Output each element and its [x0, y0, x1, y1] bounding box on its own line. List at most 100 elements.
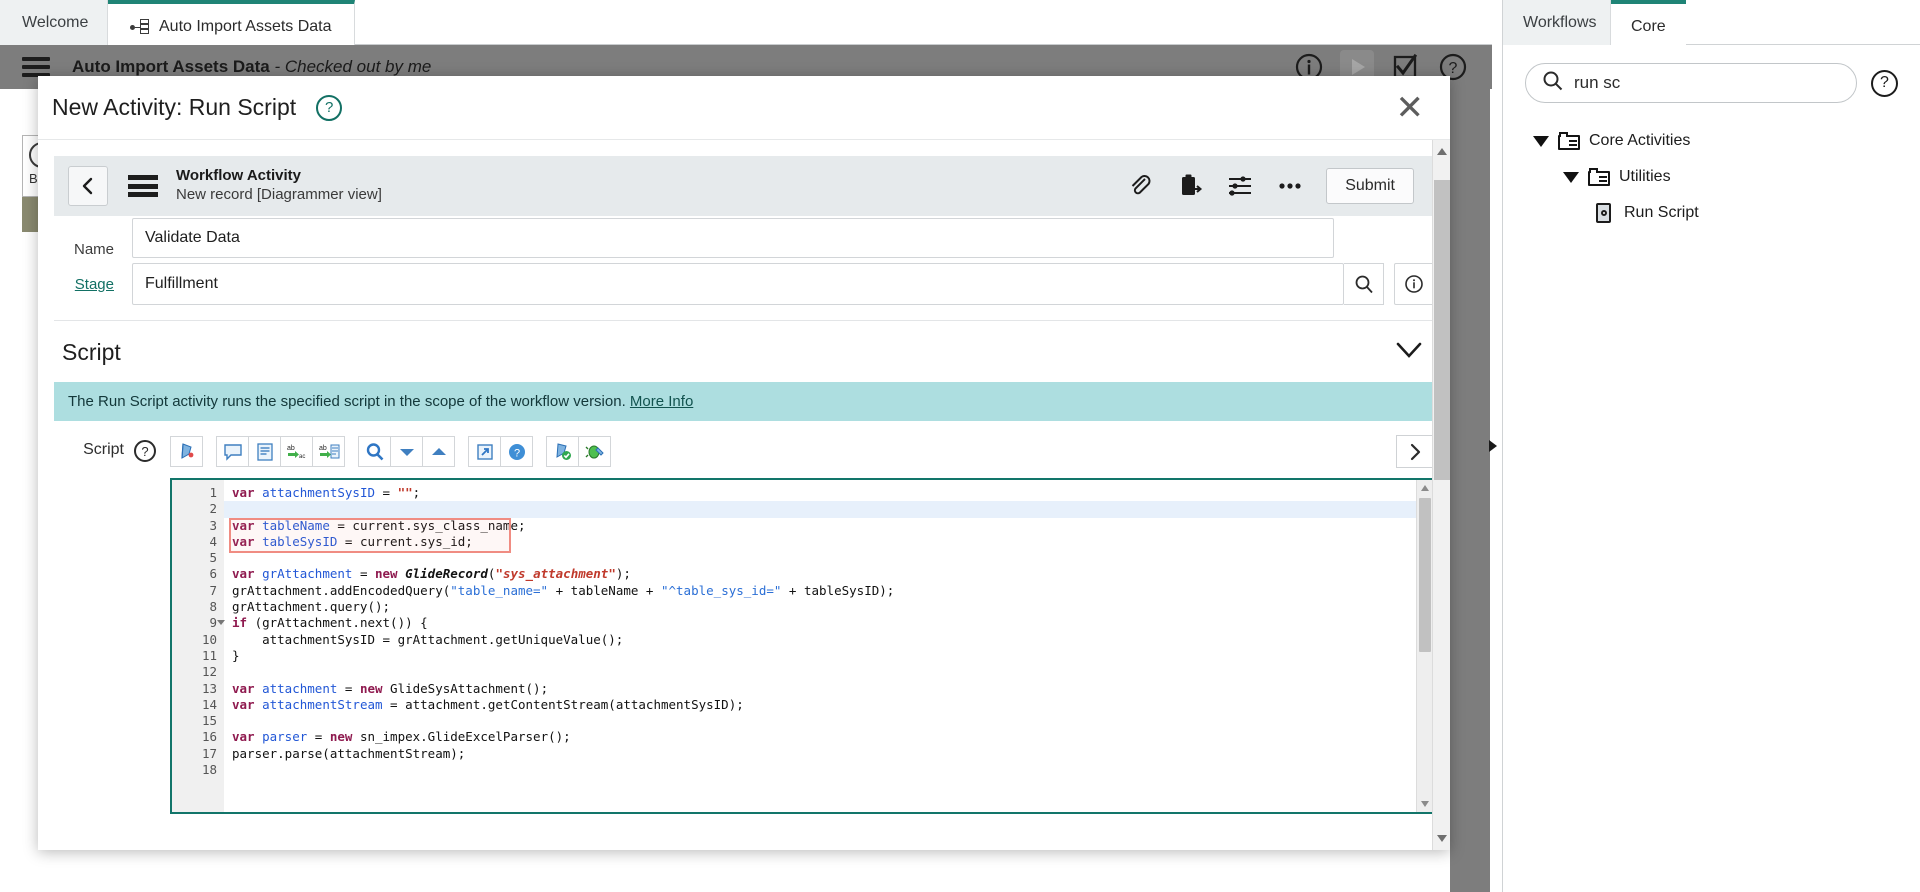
toggle-lines-icon[interactable] — [248, 436, 281, 467]
stage-info-icon[interactable] — [1394, 263, 1434, 305]
code-line[interactable] — [224, 713, 1416, 729]
stage-field-label[interactable]: Stage — [54, 276, 132, 293]
form-row-name: Name Validate Data — [54, 216, 1434, 258]
toolbar-group-validate — [546, 436, 611, 467]
panel-collapse-arrow-icon[interactable] — [1489, 440, 1497, 452]
help-circle-icon[interactable]: ? — [316, 94, 343, 121]
code-line-number: 17 — [201, 745, 217, 761]
caret-down-icon[interactable] — [1533, 135, 1549, 147]
script-editor-toolbar: ab ac ab ? — [170, 435, 1434, 468]
tab-welcome-label: Welcome — [22, 13, 89, 31]
chevron-left-icon[interactable] — [68, 166, 108, 206]
more-options-icon[interactable] — [1276, 172, 1304, 200]
code-line[interactable]: grAttachment.query(); — [224, 599, 1416, 615]
chevron-down-icon[interactable] — [1392, 339, 1426, 366]
code-line[interactable]: parser.parse(attachmentStream); — [224, 746, 1416, 762]
help-circle-icon[interactable]: ? — [134, 440, 156, 462]
help-circle-icon[interactable]: ? — [1871, 69, 1898, 97]
code-line-number: 13 — [201, 680, 217, 696]
help-blue-icon[interactable]: ? — [500, 436, 533, 467]
modal-scroll-down-arrow-icon[interactable] — [1437, 835, 1447, 842]
palette-tabs: Workflows Core — [1503, 0, 1920, 45]
code-line[interactable]: var grAttachment = new GlideRecord("sys_… — [224, 566, 1416, 582]
tree-node-run-script[interactable]: Run Script — [1503, 195, 1920, 231]
search-input-wrapper[interactable] — [1525, 63, 1857, 103]
modal-scrollbar-thumb[interactable] — [1434, 180, 1450, 480]
scrollbar-thumb[interactable] — [1419, 498, 1431, 652]
svg-text:?: ? — [1449, 60, 1458, 77]
code-line-number: 2 — [209, 501, 217, 517]
code-line-number: 1 — [209, 485, 217, 500]
caret-down-icon[interactable] — [1563, 171, 1579, 183]
name-field[interactable]: Validate Data — [132, 218, 1334, 258]
stage-field[interactable]: Fulfillment — [132, 263, 1344, 305]
tab-workflows[interactable]: Workflows — [1503, 0, 1611, 45]
tree-node-core-activities[interactable]: Core Activities — [1503, 123, 1920, 159]
scroll-down-arrow-icon[interactable] — [1421, 801, 1429, 807]
tree-node-utilities[interactable]: Utilities — [1503, 159, 1920, 195]
workflow-icon — [130, 18, 150, 36]
jump-up-icon[interactable] — [422, 436, 455, 467]
attachment-paperclip-icon[interactable] — [1126, 172, 1154, 200]
code-line[interactable]: var attachmentStream = attachment.getCon… — [224, 697, 1416, 713]
replace-all-icon[interactable]: ab — [312, 436, 345, 467]
open-external-icon[interactable] — [468, 436, 501, 467]
toolbar-group-tools: ? — [468, 436, 533, 467]
code-line[interactable] — [224, 664, 1416, 680]
code-line-number: 11 — [201, 647, 217, 663]
code-line[interactable] — [224, 550, 1416, 566]
svg-text:?: ? — [513, 447, 519, 459]
comment-bubble-icon[interactable] — [216, 436, 249, 467]
code-line[interactable]: var attachmentSysID = ""; — [224, 485, 1416, 501]
code-line[interactable]: var tableSysID = current.sys_id; — [224, 534, 1416, 550]
record-menu-icon[interactable] — [128, 175, 158, 197]
chevron-right-icon[interactable] — [1396, 435, 1434, 468]
replace-icon[interactable]: ab ac — [280, 436, 313, 467]
code-line[interactable]: } — [224, 648, 1416, 664]
code-editor[interactable]: 1 2 3 4 5 6 7 8 9 10 11 12 13 14 15 16 17 18 var attachme… — [170, 478, 1434, 814]
search-input[interactable] — [1574, 73, 1840, 93]
code-line[interactable]: if (grAttachment.next()) { — [224, 615, 1416, 631]
tab-core[interactable]: Core — [1611, 0, 1686, 45]
code-content[interactable]: var attachmentSysID = ""; var tableName … — [224, 480, 1416, 812]
more-info-link[interactable]: More Info — [630, 393, 693, 410]
search-icon[interactable] — [358, 436, 391, 467]
scroll-up-arrow-icon[interactable] — [1421, 485, 1429, 491]
code-line[interactable]: attachmentSysID = grAttachment.getUnique… — [224, 632, 1416, 648]
script-editor-label: Script — [83, 441, 124, 458]
tree-node-run-script-label: Run Script — [1624, 204, 1699, 221]
submit-button[interactable]: Submit — [1326, 168, 1414, 204]
close-icon[interactable]: ✕ — [1396, 91, 1425, 125]
stage-lookup-search-icon[interactable] — [1344, 263, 1384, 305]
code-line-number: 7 — [209, 582, 217, 598]
copy-clipboard-icon[interactable] — [1176, 172, 1204, 200]
jump-down-icon[interactable] — [390, 436, 423, 467]
code-line-number: 3 — [209, 517, 217, 533]
folder-icon — [1588, 168, 1610, 186]
tab-core-label: Core — [1631, 17, 1666, 35]
code-line-number: 5 — [209, 550, 217, 566]
stage-field-value: Fulfillment — [145, 275, 218, 292]
script-section-header: Script — [38, 321, 1450, 382]
tab-welcome[interactable]: Welcome — [0, 0, 108, 45]
code-line[interactable]: var attachment = new GlideSysAttachment(… — [224, 681, 1416, 697]
format-script-icon[interactable] — [170, 436, 203, 467]
record-subtitle: New record [Diagrammer view] — [176, 186, 382, 203]
code-line[interactable]: grAttachment.addEncodedQuery("table_name… — [224, 583, 1416, 599]
modal-scrollbar-vertical[interactable] — [1432, 140, 1450, 850]
personalize-sliders-icon[interactable] — [1226, 172, 1254, 200]
code-line-number: 16 — [201, 729, 217, 745]
code-line[interactable]: var parser = new sn_impex.GlideExcelPars… — [224, 729, 1416, 745]
script-scroll-icon — [1593, 203, 1615, 223]
modal-scroll-up-arrow-icon[interactable] — [1437, 148, 1447, 155]
hamburger-menu-icon[interactable] — [22, 57, 50, 77]
tab-auto-import-assets-data[interactable]: Auto Import Assets Data — [108, 0, 355, 45]
code-line[interactable] — [224, 762, 1416, 778]
code-scrollbar-vertical[interactable] — [1416, 480, 1432, 812]
toolbar-group-search — [358, 436, 455, 467]
debug-bug-icon[interactable] — [578, 436, 611, 467]
syntax-check-icon[interactable] — [546, 436, 579, 467]
code-line[interactable]: var tableName = current.sys_class_name; — [224, 518, 1416, 534]
search-icon — [1542, 70, 1564, 97]
code-line[interactable] — [224, 501, 1416, 518]
